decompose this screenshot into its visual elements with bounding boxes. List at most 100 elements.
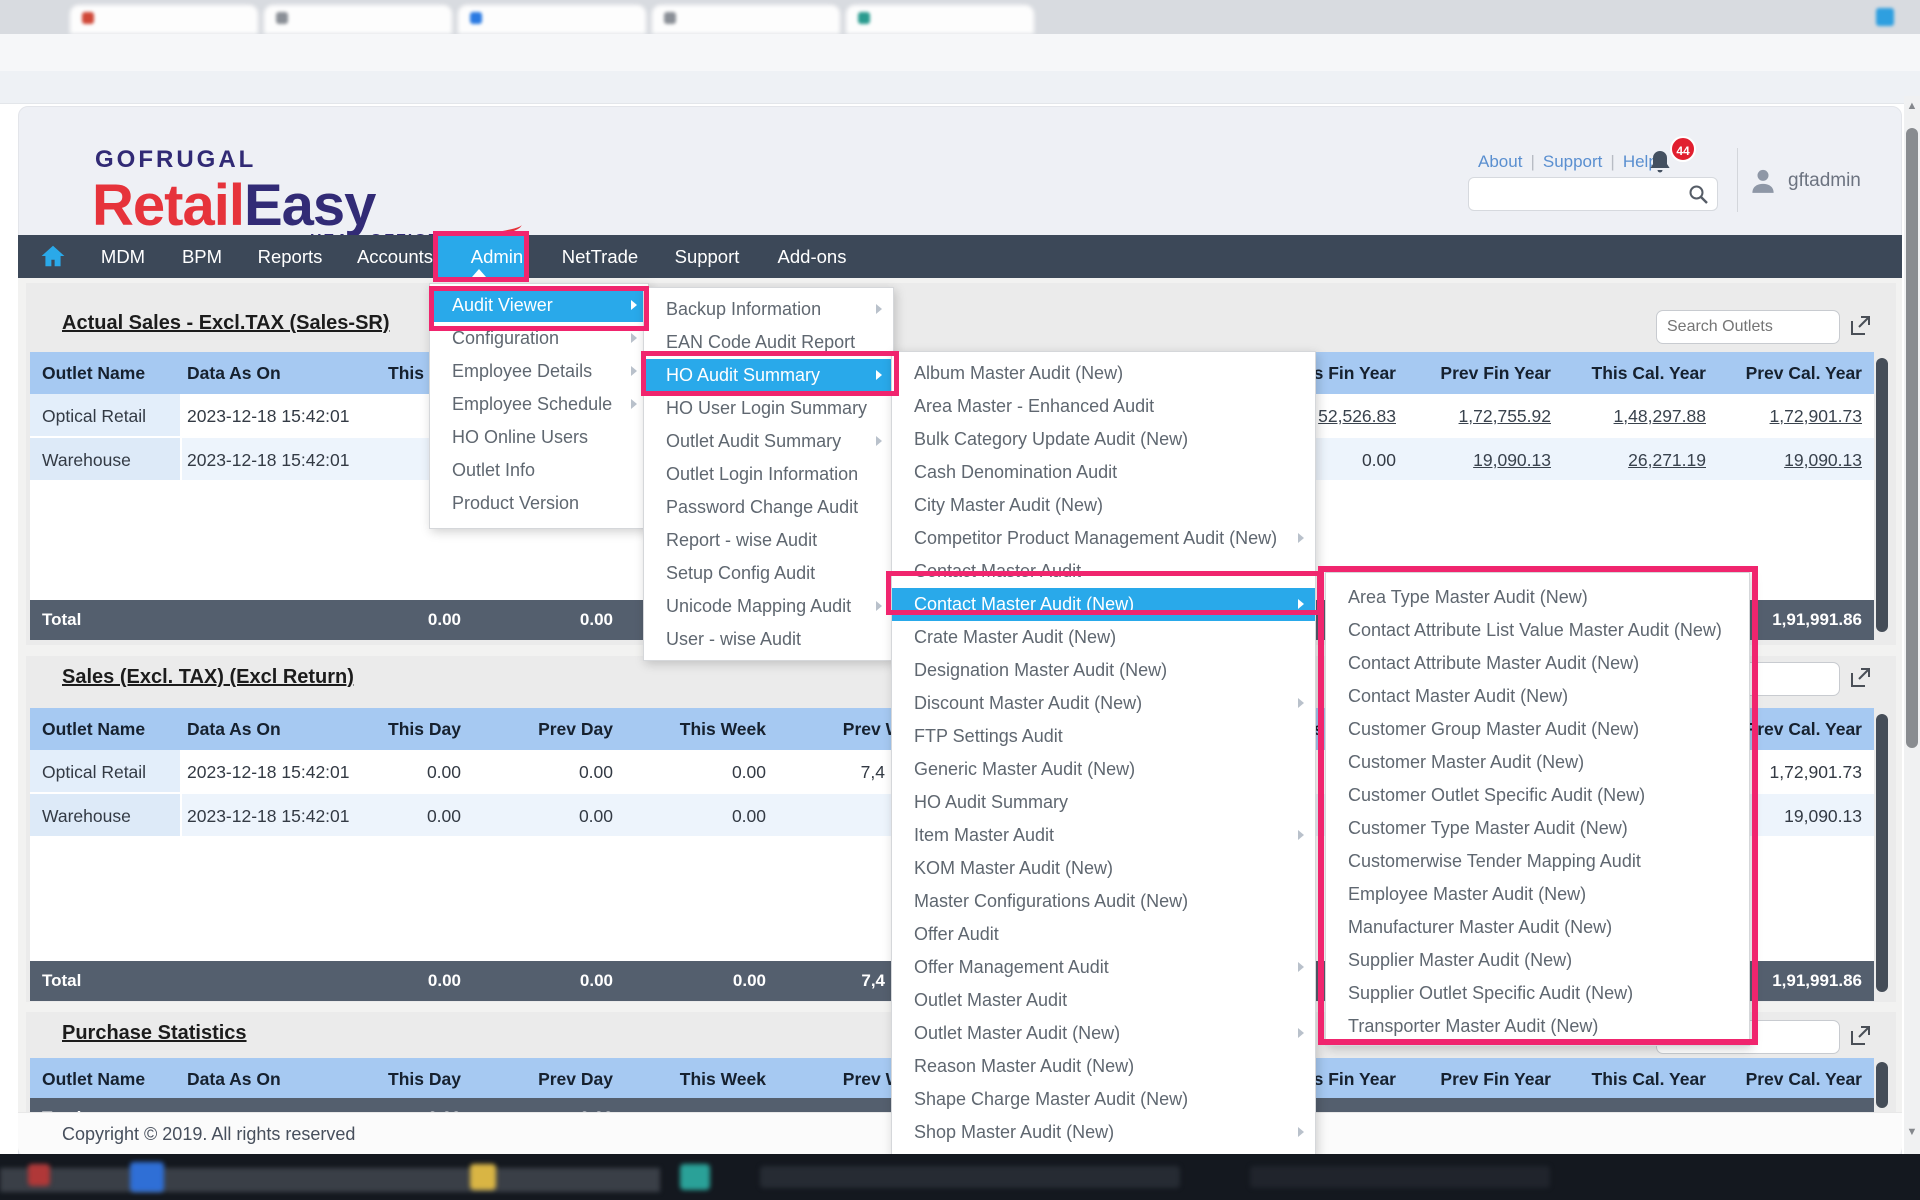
notification-bell-icon[interactable] <box>1648 150 1672 176</box>
menu-item-offer-management-audit[interactable]: Offer Management Audit <box>892 951 1315 984</box>
menu-item-designation-master-audit-new-[interactable]: Designation Master Audit (New) <box>892 654 1315 687</box>
expand-icon[interactable] <box>1848 1024 1872 1048</box>
browser-tab[interactable] <box>846 5 1034 34</box>
menu-item-bulk-category-update-audit-new-[interactable]: Bulk Category Update Audit (New) <box>892 423 1315 456</box>
browser-tab[interactable] <box>264 5 452 34</box>
browser-tab[interactable] <box>70 5 258 34</box>
table-cell: 0.00 <box>620 794 770 838</box>
menu-item-area-master-enhanced-audit[interactable]: Area Master - Enhanced Audit <box>892 390 1315 423</box>
menu-item-item-master-audit[interactable]: Item Master Audit <box>892 819 1315 852</box>
search-outlets-input[interactable] <box>1656 310 1840 344</box>
nav-item-add-ons[interactable]: Add-ons <box>778 235 847 278</box>
about-link[interactable]: About <box>1478 152 1522 171</box>
menu-item-generic-master-audit-new-[interactable]: Generic Master Audit (New) <box>892 753 1315 786</box>
menu-item-outlet-audit-summary[interactable]: Outlet Audit Summary <box>644 425 893 458</box>
column-header: Prev Day <box>467 1058 617 1100</box>
menu-item-ftp-settings-audit[interactable]: FTP Settings Audit <box>892 720 1315 753</box>
menu-item-shop-master-audit-new-[interactable]: Shop Master Audit (New) <box>892 1116 1315 1149</box>
taskbar-icon[interactable] <box>470 1164 496 1190</box>
menu-item-discount-master-audit-new-[interactable]: Discount Master Audit (New) <box>892 687 1315 720</box>
taskbar-apps[interactable] <box>760 1166 1180 1188</box>
menu-item-album-master-audit-new-[interactable]: Album Master Audit (New) <box>892 357 1315 390</box>
expand-icon[interactable] <box>1848 666 1872 690</box>
table-cell[interactable]: 1,48,297.88 <box>1558 394 1710 438</box>
tab-favicon <box>664 12 676 24</box>
chevron-right-icon <box>876 436 882 446</box>
menu-item-outlet-login-information[interactable]: Outlet Login Information <box>644 458 893 491</box>
menu-item-outlet-master-audit[interactable]: Outlet Master Audit <box>892 984 1315 1017</box>
highlight-box-contact-submenu <box>1318 566 1758 1045</box>
menu-item-setup-config-audit[interactable]: Setup Config Audit <box>644 557 893 590</box>
table-cell[interactable]: 1,72,901.73 <box>1713 394 1866 438</box>
menu-item-unicode-mapping-audit[interactable]: Unicode Mapping Audit <box>644 590 893 623</box>
menu-item-offer-audit[interactable]: Offer Audit <box>892 918 1315 951</box>
taskbar-icon[interactable] <box>28 1164 50 1186</box>
taskbar-icon[interactable] <box>130 1162 164 1192</box>
taskbar[interactable] <box>0 1154 1920 1200</box>
menu-item-product-version[interactable]: Product Version <box>430 487 648 520</box>
table-cell[interactable]: 1,72,755.92 <box>1403 394 1555 438</box>
menu-item-user-wise-audit[interactable]: User - wise Audit <box>644 623 893 656</box>
menu-item-outlet-master-audit-new-[interactable]: Outlet Master Audit (New) <box>892 1017 1315 1050</box>
column-header: Prev Fin Year <box>1403 1058 1555 1100</box>
highlight-box-audit-viewer <box>429 286 649 331</box>
menu-item-reason-master-audit-new-[interactable]: Reason Master Audit (New) <box>892 1050 1315 1083</box>
search-icon[interactable] <box>1688 184 1708 204</box>
nav-item-reports[interactable]: Reports <box>258 235 323 278</box>
nav-item-nettrade[interactable]: NetTrade <box>562 235 638 278</box>
table-cell: 0.00 <box>467 750 617 794</box>
nav-item-accounts[interactable]: Accounts <box>357 235 433 278</box>
table-scrollbar[interactable] <box>1876 1062 1888 1108</box>
bookmarks-bar[interactable] <box>0 71 1920 104</box>
username-label[interactable]: gftadmin <box>1788 170 1861 192</box>
table-cell: 0.00 <box>345 794 465 838</box>
table-cell[interactable]: 19,090.13 <box>1403 438 1555 482</box>
column-header: Prev Cal. Year <box>1713 1058 1866 1100</box>
table-cell: 0.00 <box>345 750 465 794</box>
menu-item-competitor-product-management-audit-new-[interactable]: Competitor Product Management Audit (New… <box>892 522 1315 555</box>
header-divider <box>1737 148 1738 212</box>
menu-item-outlet-info[interactable]: Outlet Info <box>430 454 648 487</box>
menu-item-report-wise-audit[interactable]: Report - wise Audit <box>644 524 893 557</box>
table-scrollbar[interactable] <box>1876 358 1888 632</box>
menu-item-password-change-audit[interactable]: Password Change Audit <box>644 491 893 524</box>
browser-tab-bar[interactable] <box>0 0 1920 34</box>
browser-scrollbar-thumb[interactable] <box>1906 128 1918 748</box>
table-cell[interactable]: 19,090.13 <box>1713 438 1866 482</box>
column-header: This Day <box>345 708 465 750</box>
menu-item-ho-audit-summary[interactable]: HO Audit Summary <box>892 786 1315 819</box>
taskbar-apps[interactable] <box>1250 1166 1550 1188</box>
nav-item-bpm[interactable]: BPM <box>182 235 222 278</box>
menu-item-ho-user-login-summary[interactable]: HO User Login Summary <box>644 392 893 425</box>
nav-item-mdm[interactable]: MDM <box>101 235 145 278</box>
taskbar-icon[interactable] <box>680 1164 710 1190</box>
support-link[interactable]: Support <box>1543 152 1603 171</box>
menu-item-crate-master-audit-new-[interactable]: Crate Master Audit (New) <box>892 621 1315 654</box>
browser-tab[interactable] <box>458 5 646 34</box>
menu-item-city-master-audit-new-[interactable]: City Master Audit (New) <box>892 489 1315 522</box>
menu-item-employee-schedule[interactable]: Employee Schedule <box>430 388 648 421</box>
menu-item-master-configurations-audit-new-[interactable]: Master Configurations Audit (New) <box>892 885 1315 918</box>
table-cell[interactable]: 26,271.19 <box>1558 438 1710 482</box>
user-avatar-icon[interactable] <box>1748 166 1778 196</box>
home-icon[interactable] <box>40 243 66 269</box>
scroll-down-arrow[interactable]: ▼ <box>1905 1126 1919 1138</box>
menu-item-kom-master-audit-new-[interactable]: KOM Master Audit (New) <box>892 852 1315 885</box>
scroll-up-arrow[interactable]: ▲ <box>1905 100 1919 112</box>
header-search-input[interactable] <box>1468 177 1718 211</box>
table-cell: 0.00 <box>345 961 465 1001</box>
nav-item-support[interactable]: Support <box>675 235 740 278</box>
menu-item-backup-information[interactable]: Backup Information <box>644 293 893 326</box>
menu-item-ho-online-users[interactable]: HO Online Users <box>430 421 648 454</box>
browser-tab[interactable] <box>652 5 840 34</box>
expand-icon[interactable] <box>1848 314 1872 338</box>
chevron-right-icon <box>1298 1127 1304 1137</box>
menu-item-cash-denomination-audit[interactable]: Cash Denomination Audit <box>892 456 1315 489</box>
tab-favicon <box>858 12 870 24</box>
menu-item-shape-charge-master-audit-new-[interactable]: Shape Charge Master Audit (New) <box>892 1083 1315 1116</box>
menu-item-employee-details[interactable]: Employee Details <box>430 355 648 388</box>
notification-badge[interactable]: 44 <box>1670 136 1696 162</box>
highlight-box-contact-master-audit <box>886 571 1322 615</box>
browser-toolbar[interactable] <box>0 34 1920 72</box>
table-scrollbar[interactable] <box>1876 714 1888 992</box>
